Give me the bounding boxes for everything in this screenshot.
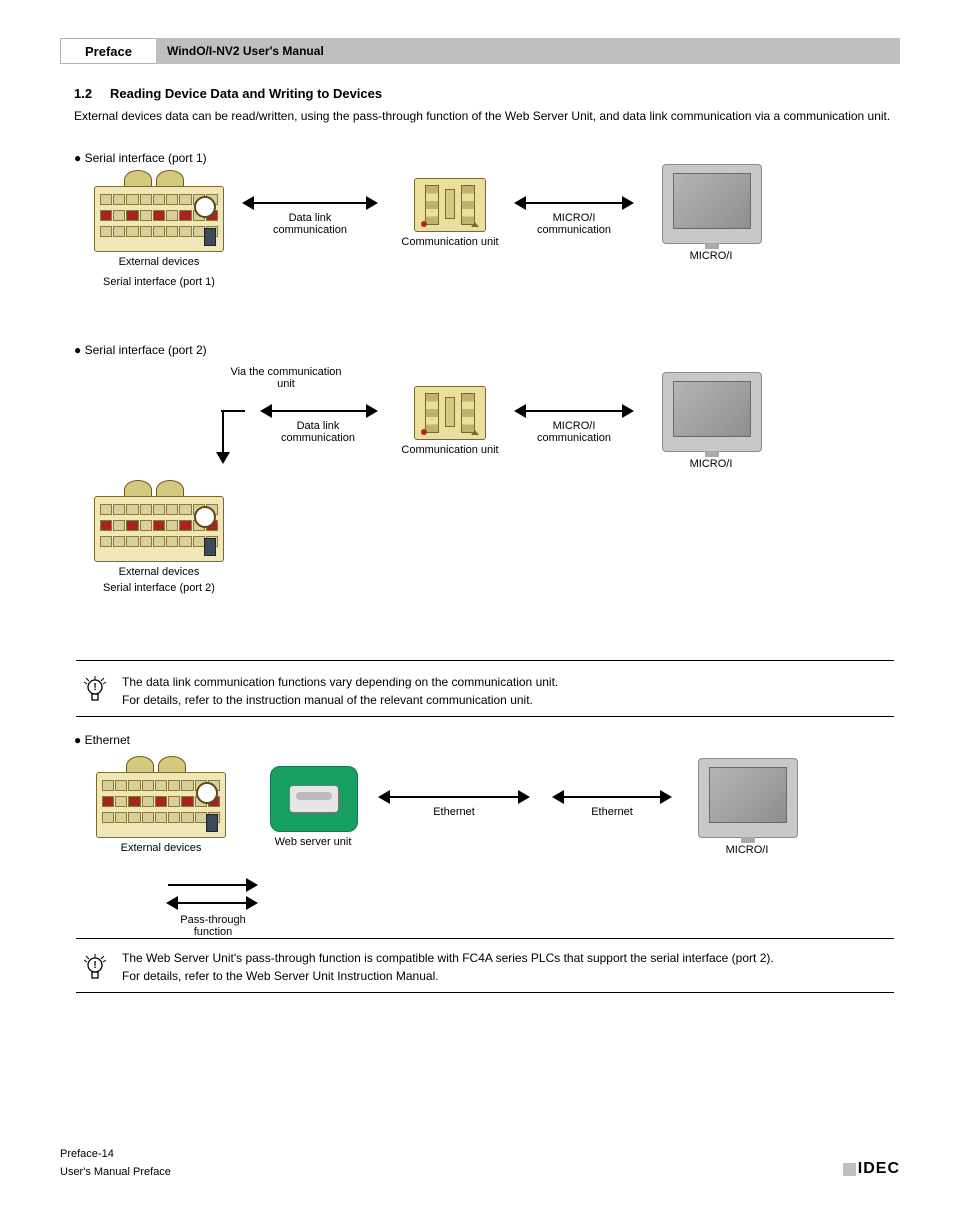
note2-line2: For details, refer to the Web Server Uni…: [122, 968, 882, 985]
sub3-bullet: ● Ethernet: [74, 732, 130, 749]
eth-label-1: Ethernet: [380, 806, 528, 818]
sub1-bullet: ● Serial interface (port 1): [74, 150, 207, 167]
arrow2-label: MICRO/I communication: [516, 212, 632, 236]
divider-4: [76, 992, 894, 993]
hmi-2: [662, 372, 762, 452]
plc-device-2: [94, 476, 224, 562]
wsu-label: Web server unit: [256, 836, 370, 848]
note1-line2: For details, refer to the instruction ma…: [122, 692, 882, 709]
plc1-label: External devices: [94, 256, 224, 268]
hmi1-label: MICRO/I: [662, 250, 760, 262]
plc1-port-label: Serial interface (port 1): [94, 276, 224, 288]
plc3-label: External devices: [96, 842, 226, 854]
sub2-text: Serial interface (port 2): [85, 343, 207, 357]
sub2-bullet: ● Serial interface (port 2): [74, 342, 207, 359]
arrow-plc2-comm: [262, 410, 376, 412]
plc-device-1: [94, 166, 224, 252]
header-doc-title: WindO/I-NV2 User's Manual: [156, 38, 900, 64]
svg-text:!: !: [93, 682, 96, 693]
arrow-comm2-hmi: [516, 410, 632, 412]
section-title: Reading Device Data and Writing to Devic…: [110, 86, 382, 101]
comm1-label: Communication unit: [390, 236, 510, 248]
arrow-pt1: [168, 884, 256, 886]
footer-page: Preface-14: [60, 1148, 894, 1160]
comm2-label: Communication unit: [390, 444, 510, 456]
svg-text:!: !: [93, 960, 96, 971]
section-intro: External devices data can be read/writte…: [74, 108, 890, 125]
hmi-1: [662, 164, 762, 244]
divider-1: [76, 660, 894, 661]
elbow-h: [221, 410, 245, 412]
sub3-text: Ethernet: [85, 733, 130, 747]
divider-3: [76, 938, 894, 939]
plc2-port-label: Serial interface (port 2): [94, 582, 224, 594]
hmi3-label: MICRO/I: [698, 844, 796, 856]
arrow1-label: Data link communication: [244, 212, 376, 236]
hmi2-label: MICRO/I: [662, 458, 760, 470]
footer-doc: User's Manual Preface: [60, 1166, 894, 1178]
arrow-eth-hmi: [554, 796, 670, 798]
eth-label-2: Ethernet: [554, 806, 670, 818]
arrow-comm1-hmi: [516, 202, 632, 204]
plc2-label: External devices: [94, 566, 224, 578]
passthrough-label: Pass-through function: [150, 914, 276, 938]
comm-unit-2: [414, 386, 486, 440]
lightbulb-icon: !: [82, 676, 108, 706]
section-number: 1.2: [74, 86, 92, 101]
web-server-unit: [270, 766, 358, 832]
divider-2: [76, 716, 894, 717]
arrow-plc1-comm: [244, 202, 376, 204]
lightbulb-icon-2: !: [82, 954, 108, 984]
header-chapter: Preface: [60, 38, 156, 64]
note2-line1: The Web Server Unit's pass-through funct…: [122, 950, 882, 967]
arrow-pt2: [168, 902, 256, 904]
sub1-text: Serial interface (port 1): [85, 151, 207, 165]
arrow3-label: Data link communication: [248, 420, 388, 444]
arrow-wsu-eth: [380, 796, 528, 798]
arrow4-label: MICRO/I communication: [516, 420, 632, 444]
note1-line1: The data link communication functions va…: [122, 674, 882, 691]
hmi-3: [698, 758, 798, 838]
via-comm-label: Via the communication unit: [206, 366, 366, 390]
elbow-down: [222, 410, 224, 462]
plc-device-3: [96, 752, 226, 838]
brand-logo: IDEC: [843, 1160, 900, 1178]
comm-unit-1: [414, 178, 486, 232]
brand-text: IDEC: [858, 1160, 900, 1178]
